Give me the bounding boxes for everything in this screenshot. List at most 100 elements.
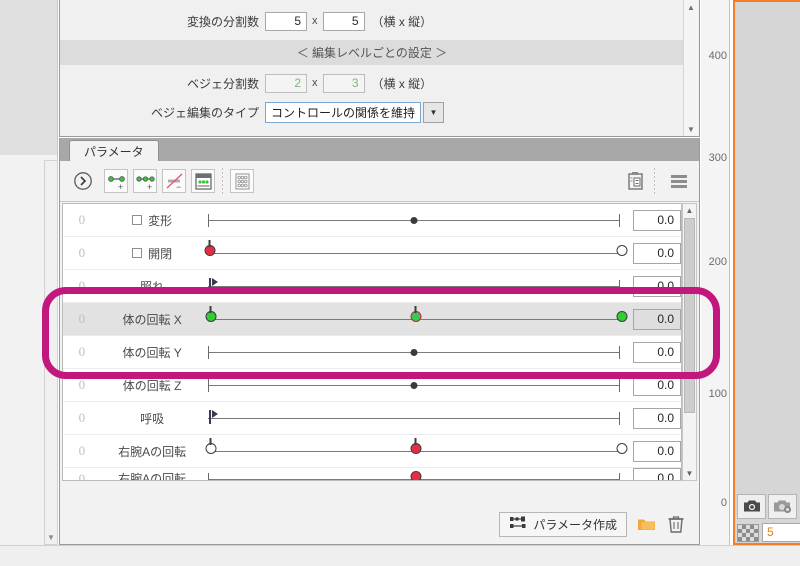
transparency-checker-icon[interactable] <box>737 523 759 542</box>
keyform-indicator-icon[interactable]: 0 <box>63 377 101 393</box>
scroll-down-arrow-icon-2[interactable]: ▼ <box>684 122 698 136</box>
slider-handle[interactable] <box>204 240 216 256</box>
scroll-up-arrow-icon[interactable]: ▲ <box>684 0 698 14</box>
transform-division-x-input[interactable]: 5 <box>265 11 307 31</box>
parameter-slider[interactable] <box>204 306 628 332</box>
slider-handle[interactable] <box>410 470 422 480</box>
keyform-indicator-icon[interactable]: 0 <box>63 344 101 360</box>
folder-icon[interactable] <box>637 516 656 532</box>
svg-text:+: + <box>118 182 123 192</box>
ruler-tick: 400 <box>708 50 727 62</box>
parameter-value[interactable]: 0.0 <box>633 209 681 231</box>
key-grid-icon[interactable] <box>230 169 254 193</box>
scroll-down-arrow-icon-3[interactable]: ▼ <box>683 467 696 480</box>
slider-handle[interactable] <box>211 278 218 286</box>
hamburger-menu-icon[interactable] <box>667 169 691 193</box>
parameter-label: 体の回転 Z <box>101 377 204 394</box>
chevron-right-circle-icon[interactable] <box>71 169 95 193</box>
left-backdrop-top <box>0 0 58 155</box>
camera-icon[interactable] <box>737 493 766 519</box>
scroll-up-arrow-icon-3[interactable]: ▲ <box>683 204 696 217</box>
bezier-division-y-input[interactable]: 3 <box>322 73 365 93</box>
tab-parameter[interactable]: パラメータ <box>69 140 159 161</box>
key-form-icon[interactable] <box>191 169 215 193</box>
transform-division-y-input[interactable]: 5 <box>322 11 365 31</box>
remove-key-icon[interactable]: − <box>162 169 186 193</box>
parameter-checkbox[interactable] <box>132 215 143 225</box>
clipboard-icon[interactable] <box>623 169 647 193</box>
parameter-name: 体の回転 Y <box>122 345 182 360</box>
slider-handle[interactable] <box>205 438 217 454</box>
parameter-name: 体の回転 Z <box>122 378 182 393</box>
slider-handle[interactable] <box>616 443 628 454</box>
bezier-edit-type-label: ベジェ編集のタイプ <box>150 105 259 120</box>
x-separator-2: x <box>312 77 318 89</box>
slider-handle[interactable] <box>410 349 418 356</box>
bezier-edit-type-select[interactable]: コントロールの関係を維持 <box>265 101 422 123</box>
parameter-slider[interactable] <box>204 468 625 480</box>
slider-handle[interactable] <box>410 306 422 322</box>
parameter-value[interactable]: 0.0 <box>633 242 681 264</box>
trash-icon[interactable] <box>666 514 686 535</box>
table-row[interactable]: 0 体の回転 X 0.0 <box>63 303 681 336</box>
settings-panel-scrollbar[interactable]: ▲ ▼ <box>683 0 698 136</box>
keyform-indicator-icon[interactable]: 0 <box>63 245 101 261</box>
parameter-label: 開閉 <box>101 245 204 262</box>
snapshot-settings-icon[interactable] <box>768 493 797 519</box>
parameter-create-icon <box>509 515 527 533</box>
slider-handle[interactable] <box>410 438 422 454</box>
table-row[interactable]: 0 体の回転 Z 0.0 <box>63 369 681 402</box>
slider-handle[interactable] <box>410 382 418 389</box>
transform-division-row: 変換の分割数 5 x 5 （横 x 縦） <box>60 8 684 34</box>
parameter-slider[interactable] <box>204 405 625 431</box>
parameter-name: 右腕Aの回転 <box>118 444 187 459</box>
parameter-value[interactable]: 0.0 <box>633 468 681 480</box>
table-row[interactable]: 0 開閉 0.0 <box>63 237 681 270</box>
scrollbar-thumb[interactable] <box>684 218 695 413</box>
keyform-indicator-icon[interactable]: 0 <box>63 311 101 327</box>
bezier-division-x-input[interactable]: 2 <box>265 73 307 93</box>
table-row[interactable]: 0 右腕Aの回転 0.0 <box>63 435 681 468</box>
slider-handle[interactable] <box>410 217 418 224</box>
slider-handle[interactable] <box>211 410 218 418</box>
parameter-slider[interactable] <box>204 339 625 365</box>
keyform-indicator-icon[interactable]: 0 <box>63 410 101 426</box>
parameter-slider[interactable] <box>204 207 625 233</box>
parameter-value[interactable]: 0.0 <box>633 374 681 396</box>
create-parameter-button[interactable]: パラメータ作成 <box>499 511 627 537</box>
keyform-indicator-icon[interactable]: 0 <box>63 278 101 294</box>
parameter-slider[interactable] <box>204 240 628 266</box>
table-row[interactable]: 0 照れ 0.0 <box>63 270 681 303</box>
parameter-value[interactable]: 0.0 <box>633 275 681 297</box>
keyform-indicator-icon[interactable]: 0 <box>63 443 101 459</box>
left-vertical-scrollbar[interactable]: ▼ <box>44 160 58 545</box>
parameter-value[interactable]: 0.0 <box>633 308 681 330</box>
add-two-point-key-icon[interactable]: + <box>104 169 128 193</box>
ruler-tick: 0 <box>720 497 727 509</box>
table-row[interactable]: 0 変形 0.0 <box>63 204 681 237</box>
parameter-slider[interactable] <box>204 273 625 299</box>
parameter-value[interactable]: 0.0 <box>633 341 681 363</box>
zoom-level-input[interactable]: 5 <box>762 523 800 542</box>
parameter-rows-scrollbar[interactable]: ▲ ▼ <box>682 203 697 481</box>
table-row[interactable]: 0 右腕Aの回転 0.0 <box>63 468 681 481</box>
slider-handle[interactable] <box>205 306 217 322</box>
parameter-value[interactable]: 0.0 <box>633 440 681 462</box>
table-row[interactable]: 0 体の回転 Y 0.0 <box>63 336 681 369</box>
keyform-indicator-icon[interactable]: 0 <box>63 212 101 228</box>
parameter-slider[interactable] <box>204 438 628 464</box>
canvas-viewport[interactable]: 5 <box>733 0 800 545</box>
parameter-rows-list[interactable]: 0 変形 0.0 0 開閉 0.0 0 照れ 0.0 0 体の回転 X 0.0 … <box>62 203 682 481</box>
slider-handle[interactable] <box>616 311 628 322</box>
parameter-checkbox[interactable] <box>132 248 143 258</box>
parameter-label: 右腕Aの回転 <box>101 470 204 480</box>
transform-division-label: 変換の分割数 <box>186 14 259 29</box>
table-row[interactable]: 0 呼吸 0.0 <box>63 402 681 435</box>
parameter-value[interactable]: 0.0 <box>633 407 681 429</box>
slider-handle[interactable] <box>616 245 628 256</box>
scroll-down-arrow-icon[interactable]: ▼ <box>45 530 57 544</box>
chevron-down-icon[interactable]: ▼ <box>423 101 445 123</box>
keyform-indicator-icon[interactable]: 0 <box>63 471 101 481</box>
add-three-point-key-icon[interactable]: + <box>133 169 157 193</box>
parameter-slider[interactable] <box>204 372 625 398</box>
